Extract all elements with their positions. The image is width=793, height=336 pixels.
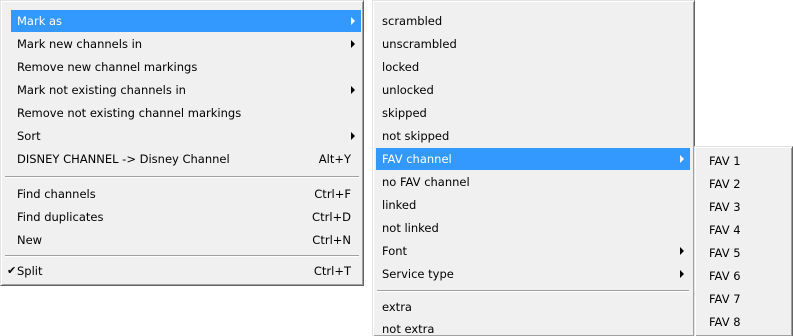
menu-item-label: FAV 1 xyxy=(709,154,741,168)
menu-item-label: skipped xyxy=(382,106,427,120)
menu-item-find-duplicates[interactable]: Find duplicates Ctrl+D xyxy=(11,206,361,228)
mark-as-submenu: scrambled unscrambled locked unlocked sk… xyxy=(372,0,695,336)
menu-item-label: FAV 5 xyxy=(709,246,741,260)
menu-item-label: Split xyxy=(17,264,43,278)
fav-item-7[interactable]: FAV 7 xyxy=(698,288,791,310)
submenu-item-no-fav-channel[interactable]: no FAV channel xyxy=(376,171,690,193)
submenu-item-scrambled[interactable]: scrambled xyxy=(376,10,690,32)
submenu-item-extra[interactable]: extra xyxy=(376,296,690,318)
submenu-item-linked[interactable]: linked xyxy=(376,194,690,216)
submenu-item-not-skipped[interactable]: not skipped xyxy=(376,125,690,147)
menu-item-new[interactable]: New Ctrl+N xyxy=(11,229,361,251)
fav-item-4[interactable]: FAV 4 xyxy=(698,219,791,241)
submenu-arrow-icon xyxy=(351,40,355,48)
menu-separator xyxy=(377,290,689,292)
menu-item-label: Find duplicates xyxy=(17,210,104,224)
menu-item-label: FAV 8 xyxy=(709,315,741,329)
menu-item-label: Mark not existing channels in xyxy=(17,83,186,97)
fav-item-2[interactable]: FAV 2 xyxy=(698,173,791,195)
fav-item-8[interactable]: FAV 8 xyxy=(698,311,791,333)
fav-channel-submenu: FAV 1 FAV 2 FAV 3 FAV 4 FAV 5 FAV 6 FAV … xyxy=(694,146,793,336)
menu-item-label: Remove new channel markings xyxy=(17,60,198,74)
menu-item-label: extra xyxy=(382,300,412,314)
menu-item-shortcut: Alt+Y xyxy=(318,152,351,166)
menu-item-label: scrambled xyxy=(382,14,443,28)
menu-item-label: FAV channel xyxy=(382,152,452,166)
submenu-arrow-icon xyxy=(351,132,355,140)
menu-item-label: no FAV channel xyxy=(382,175,470,189)
fav-item-3[interactable]: FAV 3 xyxy=(698,196,791,218)
menu-item-remove-new-channel-markings[interactable]: Remove new channel markings xyxy=(11,56,361,78)
fav-item-5[interactable]: FAV 5 xyxy=(698,242,791,264)
submenu-arrow-icon xyxy=(680,247,684,255)
submenu-arrow-icon xyxy=(680,155,684,163)
menu-item-find-channels[interactable]: Find channels Ctrl+F xyxy=(11,183,361,205)
checkmark-icon: ✔ xyxy=(7,264,17,277)
fav-item-6[interactable]: FAV 6 xyxy=(698,265,791,287)
menu-item-split[interactable]: ✔ Split Ctrl+T xyxy=(3,260,361,282)
menu-item-mark-new-channels-in[interactable]: Mark new channels in xyxy=(11,33,361,55)
menu-item-label: not skipped xyxy=(382,129,450,143)
menu-item-label: Service type xyxy=(382,267,454,281)
menu-item-remove-not-existing-channel-markings[interactable]: Remove not existing channel markings xyxy=(11,102,361,124)
menu-item-label: linked xyxy=(382,198,417,212)
submenu-item-fav-channel[interactable]: FAV channel xyxy=(376,148,690,170)
submenu-item-skipped[interactable]: skipped xyxy=(376,102,690,124)
submenu-item-locked[interactable]: locked xyxy=(376,56,690,78)
menu-item-label: FAV 4 xyxy=(709,223,741,237)
menu-item-label: FAV 2 xyxy=(709,177,741,191)
menu-item-label: not extra xyxy=(382,322,435,336)
menu-separator xyxy=(5,255,359,257)
menu-item-label: unscrambled xyxy=(382,37,457,51)
submenu-item-unscrambled[interactable]: unscrambled xyxy=(376,33,690,55)
submenu-arrow-icon xyxy=(680,270,684,278)
submenu-item-not-extra[interactable]: not extra xyxy=(376,318,690,336)
menu-item-shortcut: Ctrl+D xyxy=(312,210,351,224)
menu-item-label: Font xyxy=(382,244,408,258)
menu-item-mark-as[interactable]: Mark as xyxy=(11,10,361,32)
menu-item-shortcut: Ctrl+T xyxy=(313,264,351,278)
menu-item-sort[interactable]: Sort xyxy=(11,125,361,147)
submenu-arrow-icon xyxy=(351,17,355,25)
menu-item-label: unlocked xyxy=(382,83,434,97)
menu-item-label: New xyxy=(17,233,43,247)
menu-item-label: Mark new channels in xyxy=(17,37,143,51)
menu-separator xyxy=(5,176,359,178)
menu-item-label: DISNEY CHANNEL -> Disney Channel xyxy=(17,152,230,166)
menu-item-label: Remove not existing channel markings xyxy=(17,106,242,120)
menu-item-rename-disney-channel[interactable]: DISNEY CHANNEL -> Disney Channel Alt+Y xyxy=(11,148,361,170)
menu-item-label: FAV 7 xyxy=(709,292,741,306)
fav-item-1[interactable]: FAV 1 xyxy=(698,150,791,172)
submenu-item-not-linked[interactable]: not linked xyxy=(376,217,690,239)
menu-item-shortcut: Ctrl+N xyxy=(312,233,351,247)
menu-item-label: locked xyxy=(382,60,420,74)
submenu-item-service-type[interactable]: Service type xyxy=(376,263,690,285)
submenu-item-unlocked[interactable]: unlocked xyxy=(376,79,690,101)
submenu-arrow-icon xyxy=(351,86,355,94)
menu-item-shortcut: Ctrl+F xyxy=(314,187,351,201)
menu-item-mark-not-existing-channels-in[interactable]: Mark not existing channels in xyxy=(11,79,361,101)
context-menu: Mark as Mark new channels in Remove new … xyxy=(0,0,364,286)
menu-item-label: Mark as xyxy=(17,14,63,28)
menu-item-label: FAV 3 xyxy=(709,200,741,214)
submenu-item-font[interactable]: Font xyxy=(376,240,690,262)
menu-item-label: FAV 6 xyxy=(709,269,741,283)
menu-item-label: Find channels xyxy=(17,187,96,201)
menu-item-label: Sort xyxy=(17,129,41,143)
menu-item-label: not linked xyxy=(382,221,439,235)
